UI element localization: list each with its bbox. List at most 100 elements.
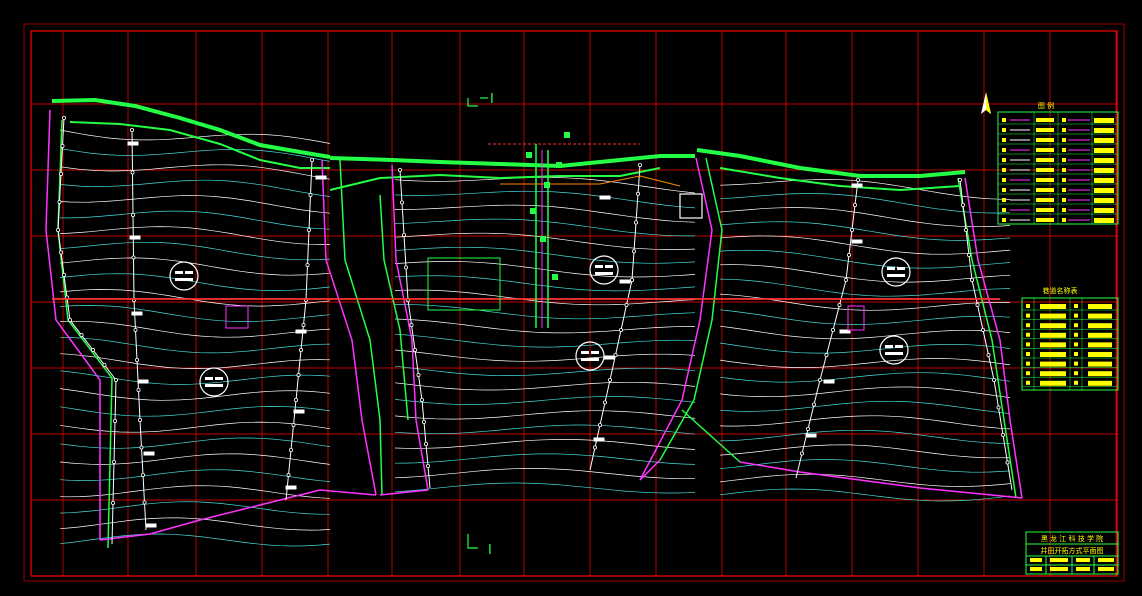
borehole-node: [134, 357, 139, 362]
borehole-node: [981, 327, 986, 332]
borehole-node: [598, 422, 603, 427]
mine-plan-drawing: I I 图 例 巷道名称表 黑 龙 江 科 技 学 院 井田开拓方式平面图: [0, 0, 1142, 596]
depth-label-mark: [131, 311, 143, 316]
borehole-node: [800, 451, 805, 456]
borehole-node: [130, 212, 135, 217]
borehole-node: [399, 200, 404, 205]
borehole-node: [630, 277, 635, 282]
borehole-node: [632, 249, 637, 254]
borehole-node: [634, 220, 639, 225]
depth-label-mark: [145, 523, 157, 528]
borehole-node: [850, 227, 855, 232]
depth-label-mark: [293, 409, 305, 414]
borehole-node: [1005, 460, 1010, 465]
borehole-node: [59, 250, 64, 255]
depth-label-mark: [619, 279, 631, 284]
borehole-node: [60, 143, 65, 148]
borehole-node: [421, 419, 426, 424]
borehole-node: [423, 441, 428, 446]
borehole-node: [853, 202, 858, 207]
depth-label-mark: [823, 379, 835, 384]
borehole-node: [137, 417, 142, 422]
borehole-node: [958, 177, 963, 182]
borehole-node: [986, 352, 991, 357]
depth-label-mark: [315, 175, 327, 180]
borehole-node: [296, 372, 301, 377]
borehole-node: [401, 232, 406, 237]
borehole-node: [824, 352, 829, 357]
borehole-node: [416, 372, 421, 377]
borehole-node: [133, 327, 138, 332]
borehole-node: [412, 347, 417, 352]
borehole-node: [291, 422, 296, 427]
borehole-node: [309, 157, 314, 162]
borehole-node: [139, 445, 144, 450]
section-marker-bottom-label: I: [488, 543, 492, 558]
borehole-node: [56, 227, 61, 232]
borehole-node: [403, 265, 408, 270]
roadway-table-title: 巷道名称表: [1043, 286, 1078, 295]
depth-label-mark: [137, 379, 149, 384]
borehole-node: [638, 162, 643, 167]
depth-label-mark: [295, 329, 307, 334]
depth-label-mark: [593, 437, 605, 442]
borehole-node: [964, 227, 969, 232]
borehole-node: [975, 302, 980, 307]
borehole-node: [818, 377, 823, 382]
borehole-node: [961, 202, 966, 207]
borehole-node: [114, 377, 119, 382]
borehole-node: [301, 322, 306, 327]
borehole-node: [286, 472, 291, 477]
depth-label-mark: [285, 485, 297, 490]
borehole-node: [1001, 432, 1006, 437]
borehole-node: [79, 332, 84, 337]
borehole-node: [812, 402, 817, 407]
borehole-node: [593, 445, 598, 450]
canvas-background: [0, 0, 1142, 596]
borehole-node: [62, 272, 67, 277]
borehole-node: [806, 426, 811, 431]
borehole-node: [844, 277, 849, 282]
borehole-node: [603, 400, 608, 405]
borehole-node: [112, 459, 117, 464]
depth-label-mark: [805, 433, 817, 438]
borehole-node: [142, 500, 147, 505]
borehole-node: [102, 362, 107, 367]
borehole-node: [425, 463, 430, 468]
title-block-school: 黑 龙 江 科 技 学 院: [1041, 534, 1103, 543]
borehole-node: [967, 252, 972, 257]
depth-label-mark: [603, 355, 615, 360]
borehole-node: [91, 347, 96, 352]
borehole-node: [619, 327, 624, 332]
borehole-node: [847, 252, 852, 257]
depth-label-mark: [143, 451, 155, 456]
depth-label-mark: [851, 183, 863, 188]
borehole-node: [837, 302, 842, 307]
borehole-node: [624, 302, 629, 307]
borehole-node: [856, 177, 861, 182]
borehole-node: [419, 397, 424, 402]
borehole-node: [308, 192, 313, 197]
borehole-node: [68, 317, 73, 322]
depth-label-mark: [599, 195, 611, 200]
borehole-node: [409, 322, 414, 327]
borehole-node: [996, 405, 1001, 410]
borehole-node: [306, 227, 311, 232]
borehole-node: [136, 387, 141, 392]
depth-label-mark: [129, 235, 141, 240]
borehole-node: [59, 171, 64, 176]
borehole-node: [57, 199, 62, 204]
borehole-node: [636, 191, 641, 196]
borehole-node: [831, 327, 836, 332]
borehole-node: [608, 377, 613, 382]
borehole-node: [129, 127, 134, 132]
depth-label-mark: [851, 239, 863, 244]
borehole-node: [111, 500, 116, 505]
borehole-node: [293, 397, 298, 402]
borehole-node: [397, 167, 402, 172]
borehole-node: [113, 418, 118, 423]
borehole-node: [298, 347, 303, 352]
borehole-node: [288, 447, 293, 452]
borehole-node: [305, 262, 310, 267]
depth-label-mark: [127, 141, 139, 146]
